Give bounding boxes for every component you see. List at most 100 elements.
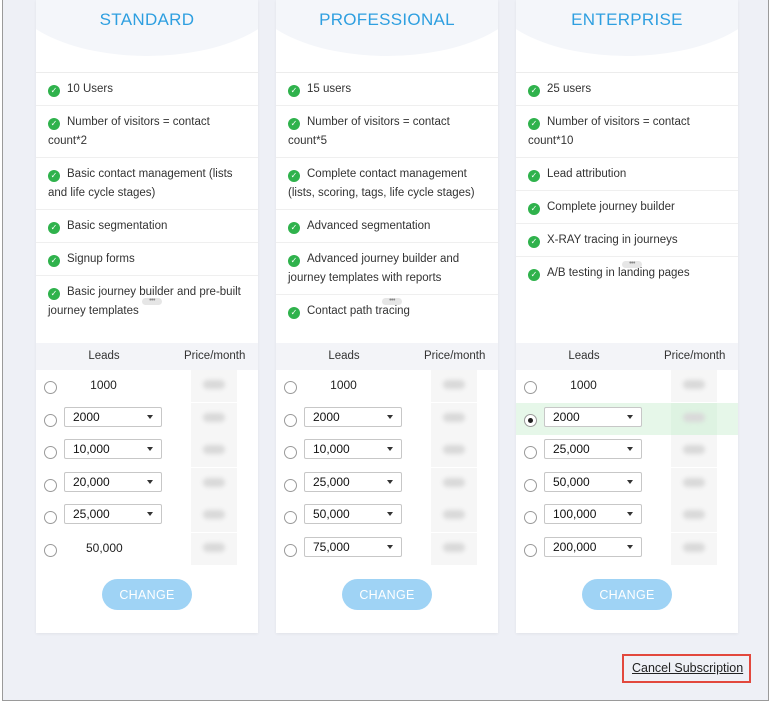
caret-down-icon	[147, 447, 153, 452]
lead-count-dropdown[interactable]: 2000	[304, 406, 402, 427]
lead-radio[interactable]	[44, 543, 57, 557]
plan-name: ENTERPRISE	[571, 10, 683, 29]
lead-count-dropdown[interactable]: 25,000	[544, 439, 642, 460]
check-icon: ✓	[528, 170, 540, 182]
price-redacted	[671, 500, 717, 533]
lead-radio[interactable]	[284, 511, 297, 525]
dropdown-value: 10,000	[313, 442, 350, 457]
lead-count-dropdown[interactable]: 100,000	[544, 504, 642, 525]
lead-option-row: 25,000	[36, 500, 258, 533]
feature-text: 15 users	[307, 83, 352, 95]
feature-text: Contact path tracing	[307, 305, 410, 317]
check-icon: ✓	[48, 85, 60, 97]
plan-name: STANDARD	[99, 10, 195, 29]
lead-option-row: 1000	[516, 370, 738, 403]
leads-column-header: Leads	[88, 350, 120, 362]
change-plan-button[interactable]: CHANGE	[582, 579, 672, 610]
lead-radio[interactable]	[524, 478, 537, 492]
lead-count-dropdown[interactable]: 20,000	[64, 471, 162, 492]
feature-item: ✓ Advanced journey builder and journey te…	[276, 243, 498, 295]
lead-option-row: 1000	[276, 370, 498, 403]
lead-count-dropdown[interactable]: 10,000	[64, 439, 162, 460]
lead-radio[interactable]	[284, 478, 297, 492]
lead-count-dropdown[interactable]: 10,000	[304, 439, 402, 460]
ellipsis-icon[interactable]: •••	[622, 260, 642, 268]
lead-count-dropdown[interactable]: 50,000	[544, 471, 642, 492]
feature-text: Basic segmentation	[67, 220, 168, 232]
price-redacted	[671, 532, 717, 565]
dropdown-value: 10,000	[73, 442, 110, 457]
ellipsis-icon[interactable]: •••	[382, 297, 402, 305]
change-plan-button[interactable]: CHANGE	[102, 579, 192, 610]
feature-text: 25 users	[547, 83, 592, 95]
check-icon: ✓	[528, 203, 540, 215]
feature-item: ✓ Number of visitors = contact count*2	[36, 106, 258, 158]
check-icon: ✓	[48, 255, 60, 267]
feature-item: ✓ Complete journey builder	[516, 191, 738, 224]
feature-item: ✓ 25 users	[516, 73, 738, 106]
caret-down-icon	[147, 512, 153, 517]
lead-radio[interactable]	[284, 543, 297, 557]
lead-option-row: 1000	[36, 370, 258, 403]
feature-text: X-RAY tracing in journeys	[547, 234, 678, 246]
lead-radio[interactable]	[44, 478, 57, 492]
plan-header: STANDARD	[36, 0, 258, 73]
lead-count-dropdown[interactable]: 200,000	[544, 536, 642, 557]
feature-text: Number of visitors = contact count*10	[528, 116, 690, 147]
change-plan-button[interactable]: CHANGE	[342, 579, 432, 610]
ellipsis-icon[interactable]: •••	[142, 297, 162, 305]
lead-radio[interactable]	[44, 446, 57, 460]
lead-option-row-selected: 2000	[516, 402, 738, 436]
feature-item: ✓ Number of visitors = contact count*5	[276, 106, 498, 158]
lead-radio[interactable]	[284, 381, 297, 394]
lead-count-dropdown[interactable]: 2000	[64, 406, 162, 427]
lead-count-dropdown[interactable]: 25,000	[304, 471, 402, 492]
lead-radio[interactable]	[284, 413, 297, 427]
dropdown-value: 25,000	[313, 474, 350, 489]
plan-card-professional: PROFESSIONAL ✓ 15 users ✓ Number of visito…	[276, 0, 498, 633]
lead-count-dropdown[interactable]: 75,000	[304, 536, 402, 557]
feature-item: ✓ 15 users	[276, 73, 498, 106]
plan-header: ENTERPRISE	[516, 0, 738, 73]
price-redacted	[191, 435, 237, 468]
lead-option-row: 10,000	[36, 435, 258, 468]
lead-count-dropdown[interactable]: 50,000	[304, 504, 402, 525]
lead-option-row: 25,000	[276, 467, 498, 501]
check-icon: ✓	[288, 170, 300, 182]
check-icon: ✓	[288, 118, 300, 130]
lead-count-dropdown[interactable]: 25,000	[64, 504, 162, 525]
price-redacted	[191, 370, 237, 402]
price-column-header: Price/month	[664, 350, 726, 362]
price-redacted	[671, 467, 717, 500]
feature-text: A/B testing in landing pages	[547, 267, 690, 279]
dropdown-value: 20,000	[73, 474, 110, 489]
lead-radio[interactable]	[44, 381, 57, 394]
caret-down-icon	[387, 512, 393, 517]
check-icon: ✓	[528, 236, 540, 248]
check-icon: ✓	[288, 255, 300, 267]
lead-radio[interactable]	[44, 511, 57, 525]
lead-radio[interactable]	[284, 446, 297, 460]
lead-radio[interactable]	[524, 446, 537, 460]
price-redacted	[431, 532, 477, 565]
feature-item: ✓ Basic segmentation	[36, 210, 258, 243]
price-redacted	[191, 532, 237, 565]
dropdown-value: 2000	[553, 409, 580, 424]
dropdown-value: 2000	[73, 409, 100, 424]
feature-text: Complete journey builder	[547, 201, 675, 213]
lead-radio[interactable]	[524, 381, 537, 394]
lead-count-dropdown[interactable]: 2000	[544, 406, 642, 427]
check-icon: ✓	[288, 222, 300, 234]
cancel-subscription-link[interactable]: Cancel Subscription	[632, 661, 743, 675]
dropdown-value: 2000	[313, 409, 340, 424]
check-icon: ✓	[288, 85, 300, 97]
plan-name: PROFESSIONAL	[319, 10, 455, 29]
lead-radio-selected[interactable]	[524, 413, 537, 427]
leads-column-header: Leads	[328, 350, 360, 362]
dropdown-value: 100,000	[553, 507, 597, 522]
feature-item: ✓ Signup forms	[36, 243, 258, 276]
lead-radio[interactable]	[524, 543, 537, 557]
lead-radio[interactable]	[44, 413, 57, 427]
caret-down-icon	[387, 447, 393, 452]
lead-radio[interactable]	[524, 511, 537, 525]
